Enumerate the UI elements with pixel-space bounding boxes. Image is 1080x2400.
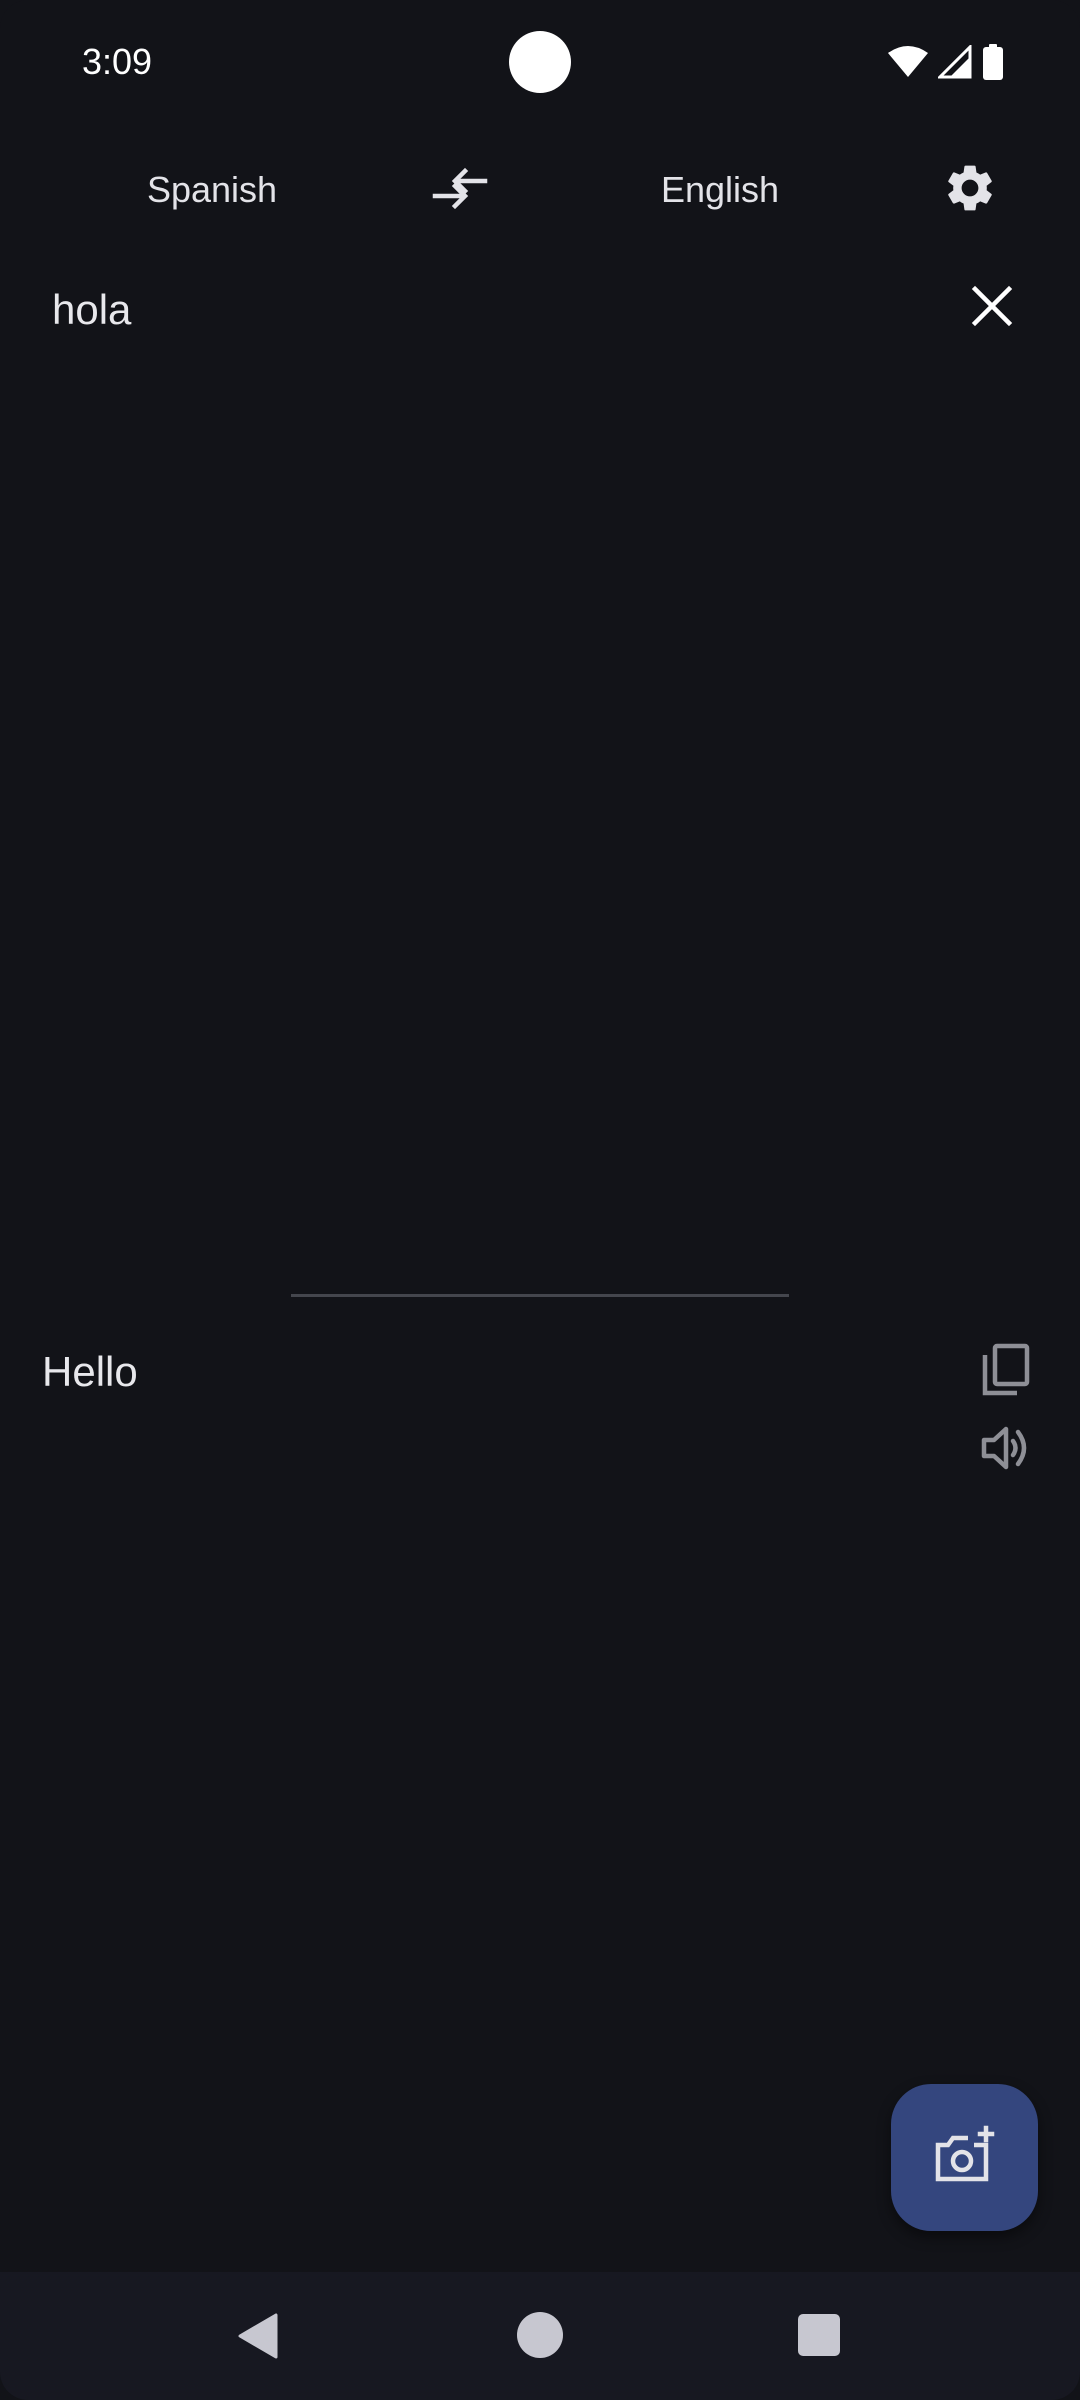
source-language-button[interactable]: Spanish [112,150,312,230]
settings-button[interactable] [940,160,1000,220]
translate-screen: 3:09 Spanish English hola Hello [0,0,1080,2400]
target-language-button[interactable]: English [620,150,820,230]
swap-languages-button[interactable] [428,158,492,222]
signal-icon [938,45,972,79]
camera-translate-button[interactable] [891,2084,1038,2231]
status-bar: 3:09 [0,0,1080,128]
battery-icon [982,44,1004,80]
copy-icon [981,1343,1031,1402]
status-icons [888,44,1004,80]
home-button[interactable] [517,2312,563,2358]
source-text-area[interactable]: hola [0,262,1080,1262]
camera-cutout [509,31,571,93]
back-icon [236,2313,280,2364]
speak-button[interactable] [976,1420,1036,1480]
clear-text-button[interactable] [962,278,1022,338]
swap-arrows-icon [431,165,489,216]
status-time: 3:09 [82,41,153,82]
speaker-icon [980,1424,1032,1477]
translation-output-area: Hello [0,1320,1080,2020]
copy-button[interactable] [976,1342,1036,1402]
wifi-icon [888,45,928,79]
translated-text: Hello [42,1348,138,1395]
language-bar: Spanish English [0,150,1080,230]
recents-button[interactable] [798,2314,840,2356]
gear-icon [942,160,998,221]
divider [291,1294,789,1297]
system-navigation-bar [0,2272,1080,2400]
close-icon [971,285,1013,332]
back-button[interactable] [232,2312,284,2364]
add-photo-camera-icon [934,2125,996,2190]
source-text-input[interactable]: hola [52,282,131,338]
